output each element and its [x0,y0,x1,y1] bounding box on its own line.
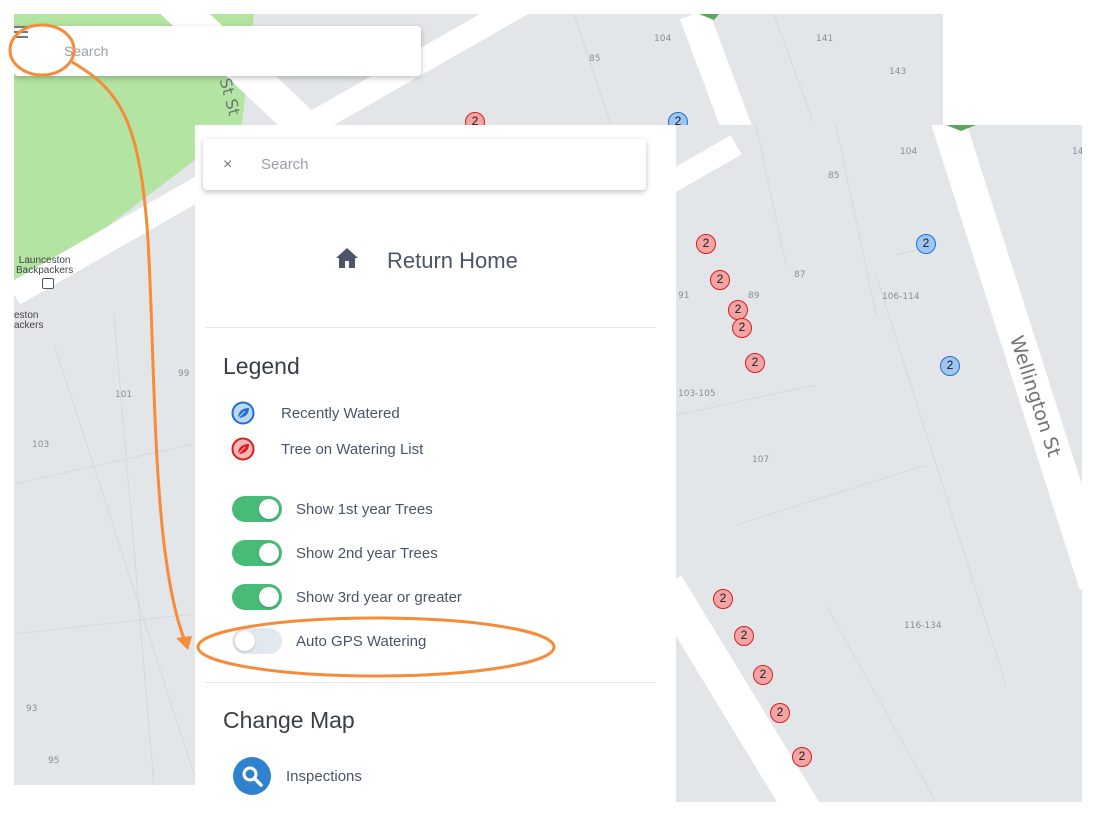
legend-item-watering-list: Tree on Watering List [231,437,423,461]
background-search-input[interactable] [62,42,366,60]
tree-marker[interactable]: 2 [728,300,748,320]
toggle-knob [259,543,279,563]
toggle-label: Show 1st year Trees [296,500,433,518]
toggle-knob [235,631,255,651]
tree-marker[interactable]: 2 [732,318,752,338]
side-menu: × Return Home Legend Recently Watered Tr… [195,125,676,835]
lot-label: 103 [32,440,50,450]
tree-marker[interactable]: 2 [792,747,812,767]
hostel-icon [42,278,54,289]
lot-label: 106-114 [882,292,920,302]
divider [205,327,656,328]
toggle-1st-year-trees[interactable]: Show 1st year Trees [232,496,433,522]
poi-label: Launceston Backpackers [16,255,74,276]
lot-label: 103-105 [678,389,716,399]
lot-label: 116-134 [904,621,942,631]
toggle-knob [259,587,279,607]
toggle-switch[interactable] [232,628,282,654]
lot-label: 107 [752,455,770,465]
legend-label: Tree on Watering List [281,440,424,458]
lot-label: 85 [828,171,840,181]
menu-search-bar: × [203,139,646,190]
map-item-label: Inspections [286,767,362,785]
toggle-3rd-year-trees[interactable]: Show 3rd year or greater [232,584,462,610]
lot-label: 93 [26,704,38,714]
tree-marker[interactable]: 2 [713,589,733,609]
legend-label: Recently Watered [281,404,400,422]
lot-label: 89 [748,291,760,301]
map-item-inspections[interactable]: Inspections [233,757,362,795]
search-icon [233,757,271,795]
tree-marker[interactable]: 2 [710,270,730,290]
background-search-bar [14,26,421,76]
tree-marker[interactable]: 2 [940,356,960,376]
divider [205,682,656,683]
toggle-label: Show 2nd year Trees [296,544,438,562]
lot-label: 104 [654,34,672,44]
toggle-label: Auto GPS Watering [296,632,427,650]
tree-marker[interactable]: 2 [770,703,790,723]
lot-label: 14 [1072,147,1082,157]
lot-label: 85 [589,54,601,64]
lot-label: 95 [48,756,60,766]
tree-marker[interactable]: 2 [745,353,765,373]
map-graphics [676,125,1082,802]
toggle-2nd-year-trees[interactable]: Show 2nd year Trees [232,540,438,566]
lot-label: 87 [794,270,806,280]
legend-title: Legend [223,353,300,379]
home-icon [335,247,359,275]
lot-label: 104 [900,147,918,157]
toggle-switch[interactable] [232,584,282,610]
menu-search-input[interactable] [259,155,623,174]
tree-marker[interactable]: 2 [734,626,754,646]
poi-label: eston ackers [14,310,44,331]
tree-marker[interactable]: 2 [696,234,716,254]
change-map-title: Change Map [223,707,355,733]
blue-leaf-icon [231,401,255,425]
red-leaf-icon [231,437,255,461]
toggle-switch[interactable] [232,540,282,566]
lot-label: 101 [115,390,133,400]
tree-marker[interactable]: 2 [753,665,773,685]
toggle-auto-gps-watering[interactable]: Auto GPS Watering [232,628,426,654]
tree-marker[interactable]: 2 [916,234,936,254]
lot-label: 99 [178,369,190,379]
lot-label: 141 [816,34,834,44]
toggle-label: Show 3rd year or greater [296,588,462,606]
toggle-switch[interactable] [232,496,282,522]
toggle-knob [259,499,279,519]
return-home-label: Return Home [387,248,518,273]
map-view[interactable]: Wellington St 104 85 87 106-114 89 91 10… [676,125,1082,802]
return-home-button[interactable]: Return Home [335,247,518,275]
lot-label: 91 [678,291,690,301]
legend-item-recently-watered: Recently Watered [231,401,400,425]
lot-label: 143 [889,67,907,77]
close-icon[interactable]: × [223,156,239,174]
